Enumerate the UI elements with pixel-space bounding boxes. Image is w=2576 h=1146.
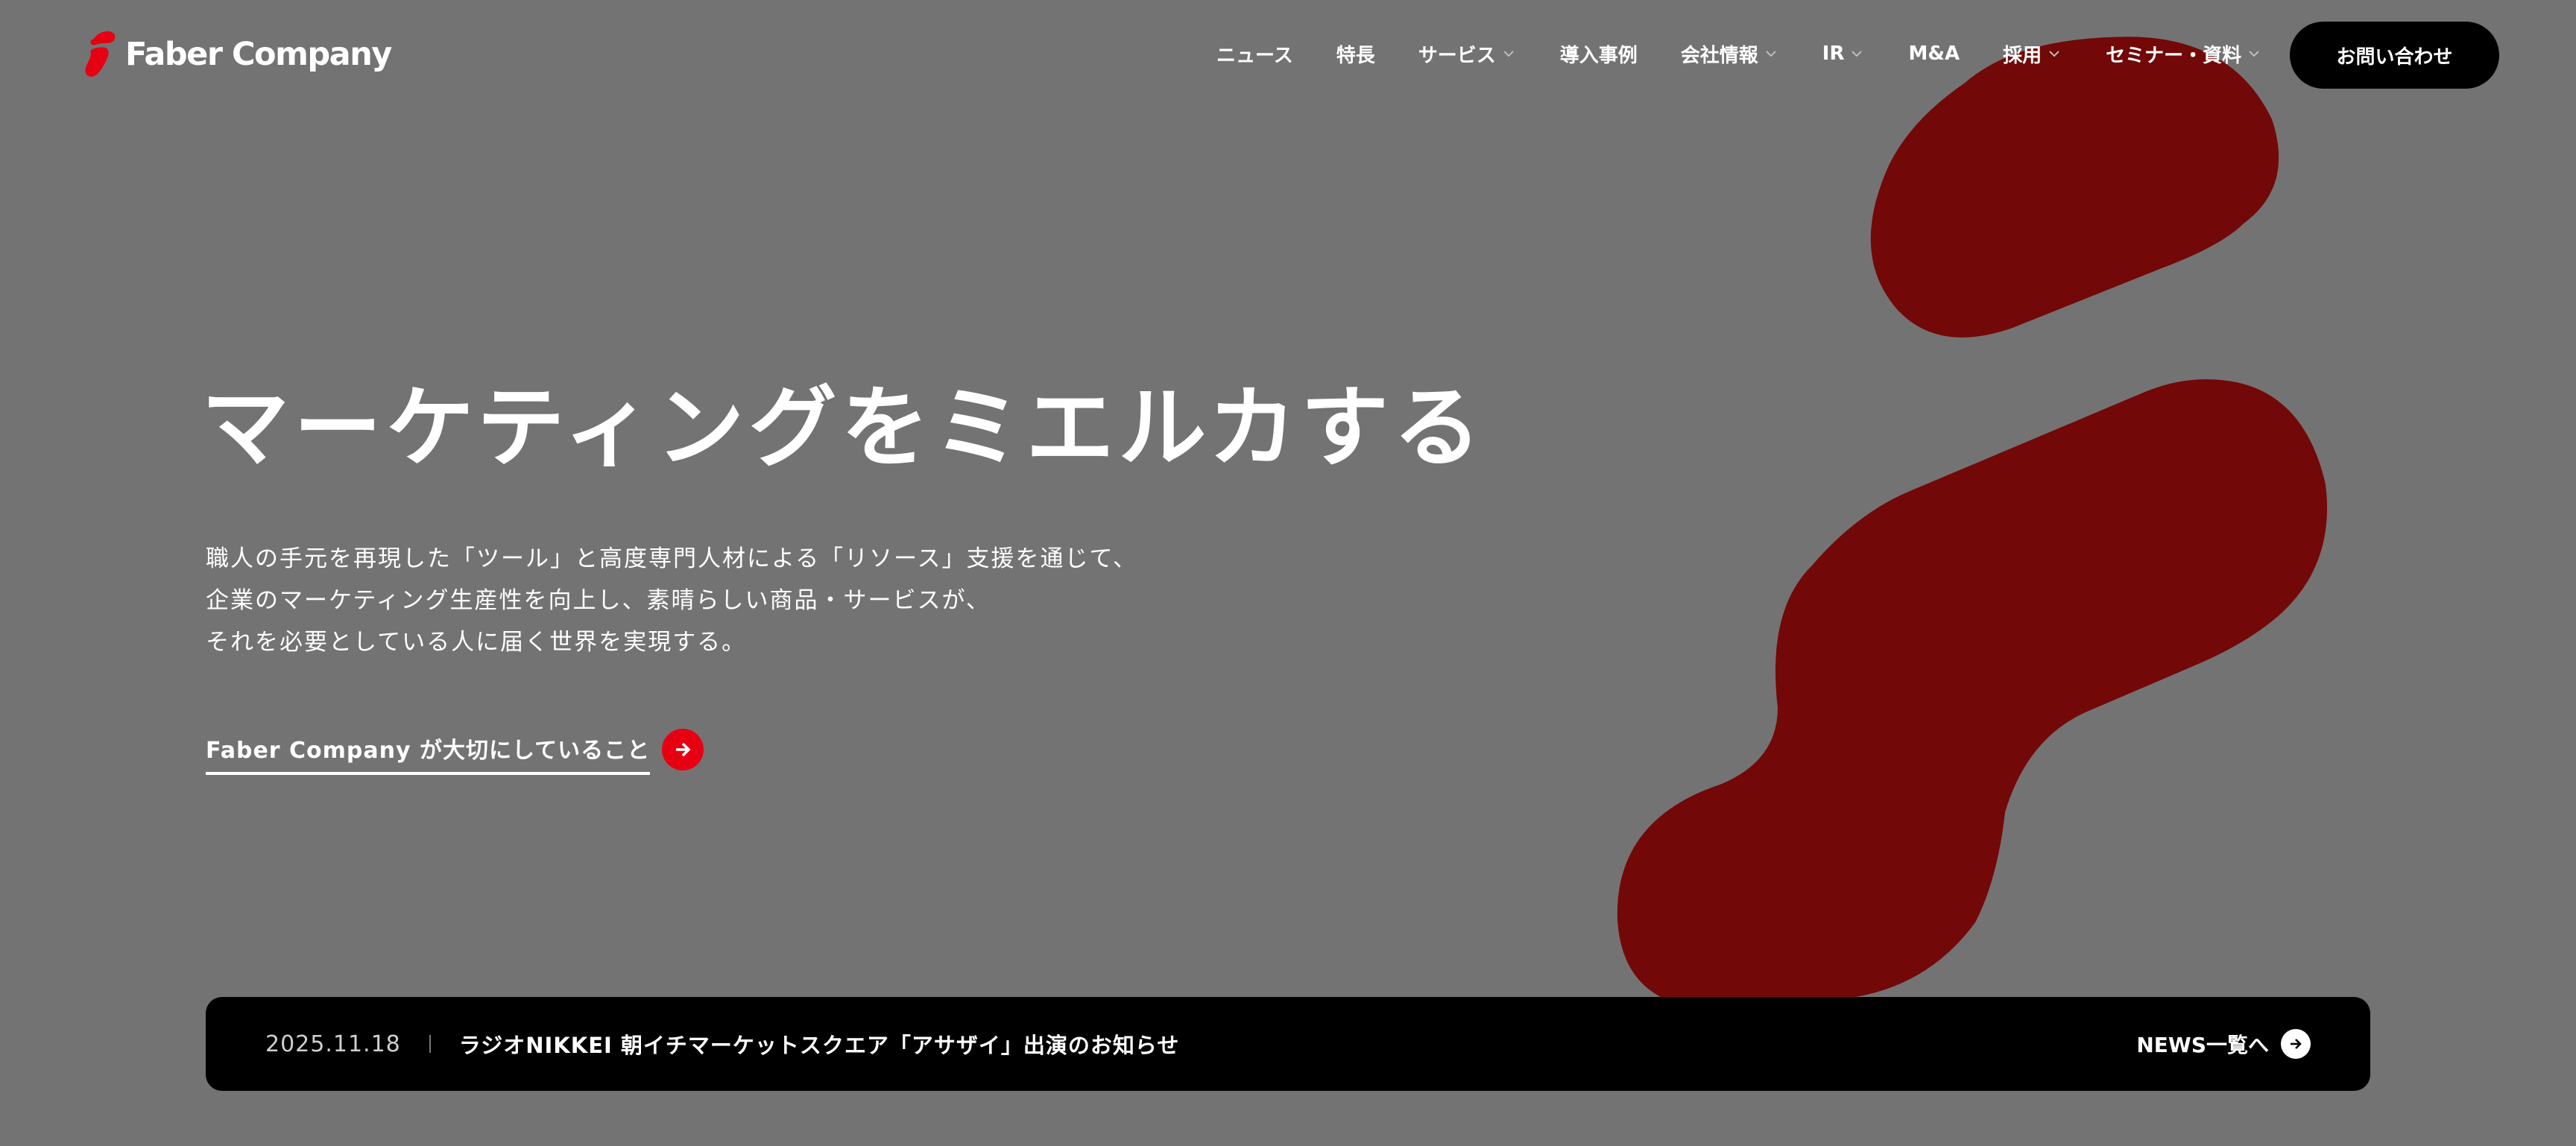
chevron-down-icon xyxy=(2049,51,2059,57)
nav-item-features[interactable]: 特長 xyxy=(1336,40,1375,68)
nav-item-label: M&A xyxy=(1908,42,1960,65)
nav-item-company[interactable]: 会社情報 xyxy=(1681,40,1779,68)
news-all-label: NEWS一覧へ xyxy=(2136,1033,2269,1057)
hero-description-line: 企業のマーケティング生産性を向上し、素晴らしい商品・サービスが、 xyxy=(206,587,991,614)
nav-item-case-studies[interactable]: 導入事例 xyxy=(1560,40,1638,68)
nav-item-label: IR xyxy=(1822,42,1845,65)
logo-mark-icon xyxy=(85,31,116,77)
chevron-down-icon xyxy=(1503,51,1514,57)
values-link-label: Faber Company が大切にしていること xyxy=(206,732,651,775)
news-headline-link[interactable]: ラジオNIKKEI 朝イチマーケットスクエア「アサザイ」出演のお知らせ xyxy=(459,1028,1180,1060)
nav-item-seminars[interactable]: セミナー・資料 xyxy=(2106,40,2262,68)
main-nav: ニュース 特長 サービス 導入事例 会社情報 IR M&A 採用 セミナー・資料 xyxy=(1216,33,2262,75)
nav-item-label: 採用 xyxy=(2003,44,2042,67)
news-divider xyxy=(429,1035,431,1053)
news-date: 2025.11.18 xyxy=(265,1031,401,1057)
chevron-down-icon xyxy=(1766,51,1776,57)
nav-item-label: 特長 xyxy=(1336,44,1375,67)
page: Faber Company ニュース 特長 サービス 導入事例 会社情報 IR … xyxy=(0,0,2576,1146)
nav-item-label: ニュース xyxy=(1216,44,1293,67)
arrow-right-icon xyxy=(2281,1029,2311,1059)
faber-company-logo[interactable]: Faber Company xyxy=(83,30,392,79)
chevron-down-icon xyxy=(1852,51,1863,57)
nav-item-ir[interactable]: IR xyxy=(1822,42,1866,65)
hero-description: 職人の手元を再現した「ツール」と高度専門人材による「リソース」支援を通じて、 企… xyxy=(206,538,1324,663)
nav-item-label: セミナー・資料 xyxy=(2106,44,2242,67)
brand-shape-top-blob xyxy=(1870,37,2279,338)
contact-button[interactable]: お問い合わせ xyxy=(2290,22,2499,89)
nav-item-label: 会社情報 xyxy=(1680,44,1758,67)
news-all-link[interactable]: NEWS一覧へ xyxy=(2136,997,2311,1091)
chevron-down-icon xyxy=(2249,51,2259,57)
logo-text: Faber Company xyxy=(125,36,392,73)
nav-item-label: 導入事例 xyxy=(1559,44,1638,67)
nav-item-recruit[interactable]: 採用 xyxy=(2003,40,2062,68)
arrow-right-icon xyxy=(662,729,704,770)
brand-shape-bottom-blob xyxy=(1617,379,2328,997)
nav-item-services[interactable]: サービス xyxy=(1418,40,1517,68)
values-link[interactable]: Faber Company が大切にしていること xyxy=(206,729,704,775)
nav-item-news[interactable]: ニュース xyxy=(1216,40,1293,68)
hero-description-line: 職人の手元を再現した「ツール」と高度専門人材による「リソース」支援を通じて、 xyxy=(206,545,1137,572)
nav-item-m-and-a[interactable]: M&A xyxy=(1908,42,1960,65)
hero-description-line: それを必要としている人に届く世界を実現する。 xyxy=(206,629,747,656)
nav-item-label: サービス xyxy=(1418,44,1496,67)
news-bar: 2025.11.18 ラジオNIKKEI 朝イチマーケットスクエア「アサザイ」出… xyxy=(206,997,2370,1091)
hero-title: マーケティングをミエルカする xyxy=(201,376,1486,479)
